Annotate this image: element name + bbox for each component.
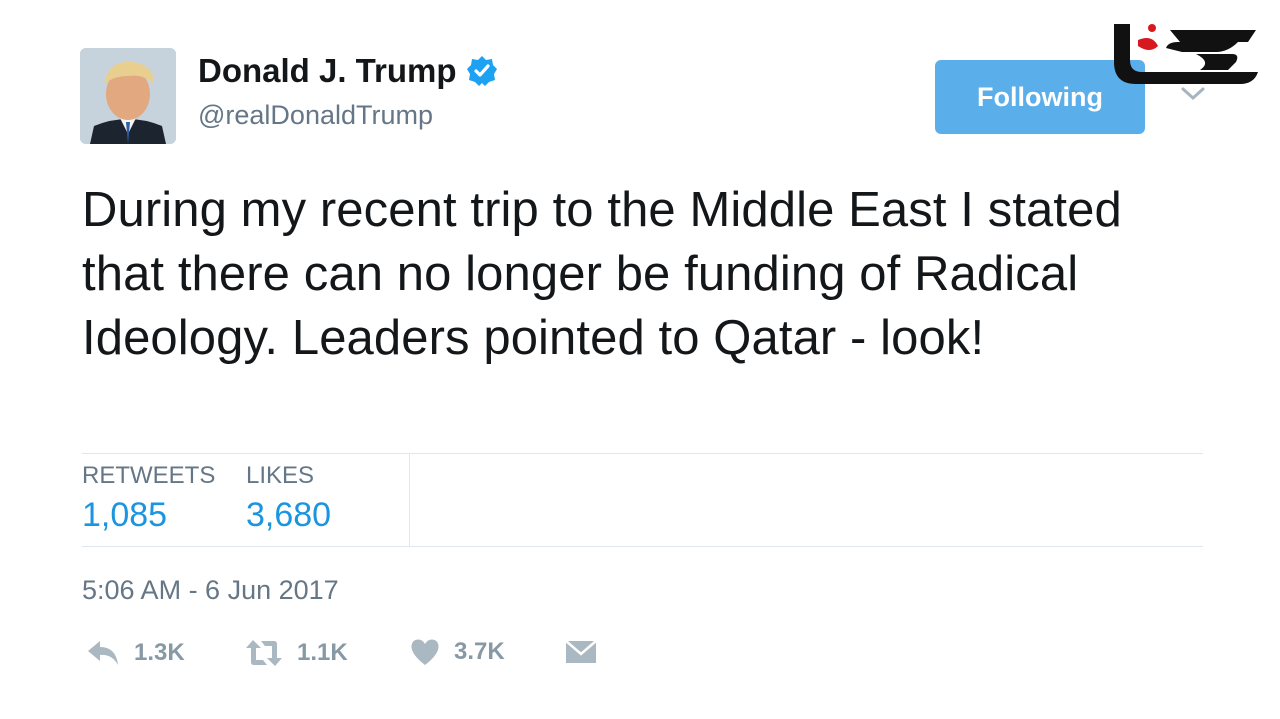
profile-photo-icon (80, 48, 176, 144)
author-name-text[interactable]: Donald J. Trump (198, 52, 457, 90)
divider (82, 453, 1203, 454)
tweet-text: During my recent trip to the Middle East… (82, 183, 1122, 365)
retweet-button[interactable]: 1.1K (245, 638, 348, 668)
likes-stat[interactable]: LIKES 3,680 (246, 462, 331, 535)
heart-icon (410, 638, 440, 666)
retweet-count: 1.1K (297, 639, 348, 666)
like-count: 3.7K (454, 638, 505, 665)
direct-message-button[interactable] (564, 638, 598, 666)
author-name[interactable]: Donald J. Trump (198, 52, 499, 90)
divider (82, 546, 1203, 547)
likes-label: LIKES (246, 462, 315, 489)
envelope-icon (564, 638, 598, 666)
avatar[interactable] (80, 48, 176, 144)
like-button[interactable]: 3.7K (410, 638, 505, 666)
reply-icon (86, 638, 120, 668)
verified-badge-icon (465, 54, 499, 88)
stats-divider (409, 453, 410, 546)
retweets-label: RETWEETS (82, 462, 216, 489)
retweet-icon (245, 638, 283, 668)
retweets-stat[interactable]: RETWEETS 1,085 (82, 462, 215, 535)
reply-button[interactable]: 1.3K (86, 638, 185, 668)
retweets-value[interactable]: 1,085 (82, 496, 215, 535)
watermark-logo (1108, 20, 1263, 88)
tweet-timestamp[interactable]: 5:06 AM - 6 Jun 2017 (82, 575, 339, 606)
reply-count: 1.3K (134, 639, 185, 666)
author-handle[interactable]: @realDonaldTrump (198, 100, 433, 131)
likes-value[interactable]: 3,680 (246, 496, 331, 535)
